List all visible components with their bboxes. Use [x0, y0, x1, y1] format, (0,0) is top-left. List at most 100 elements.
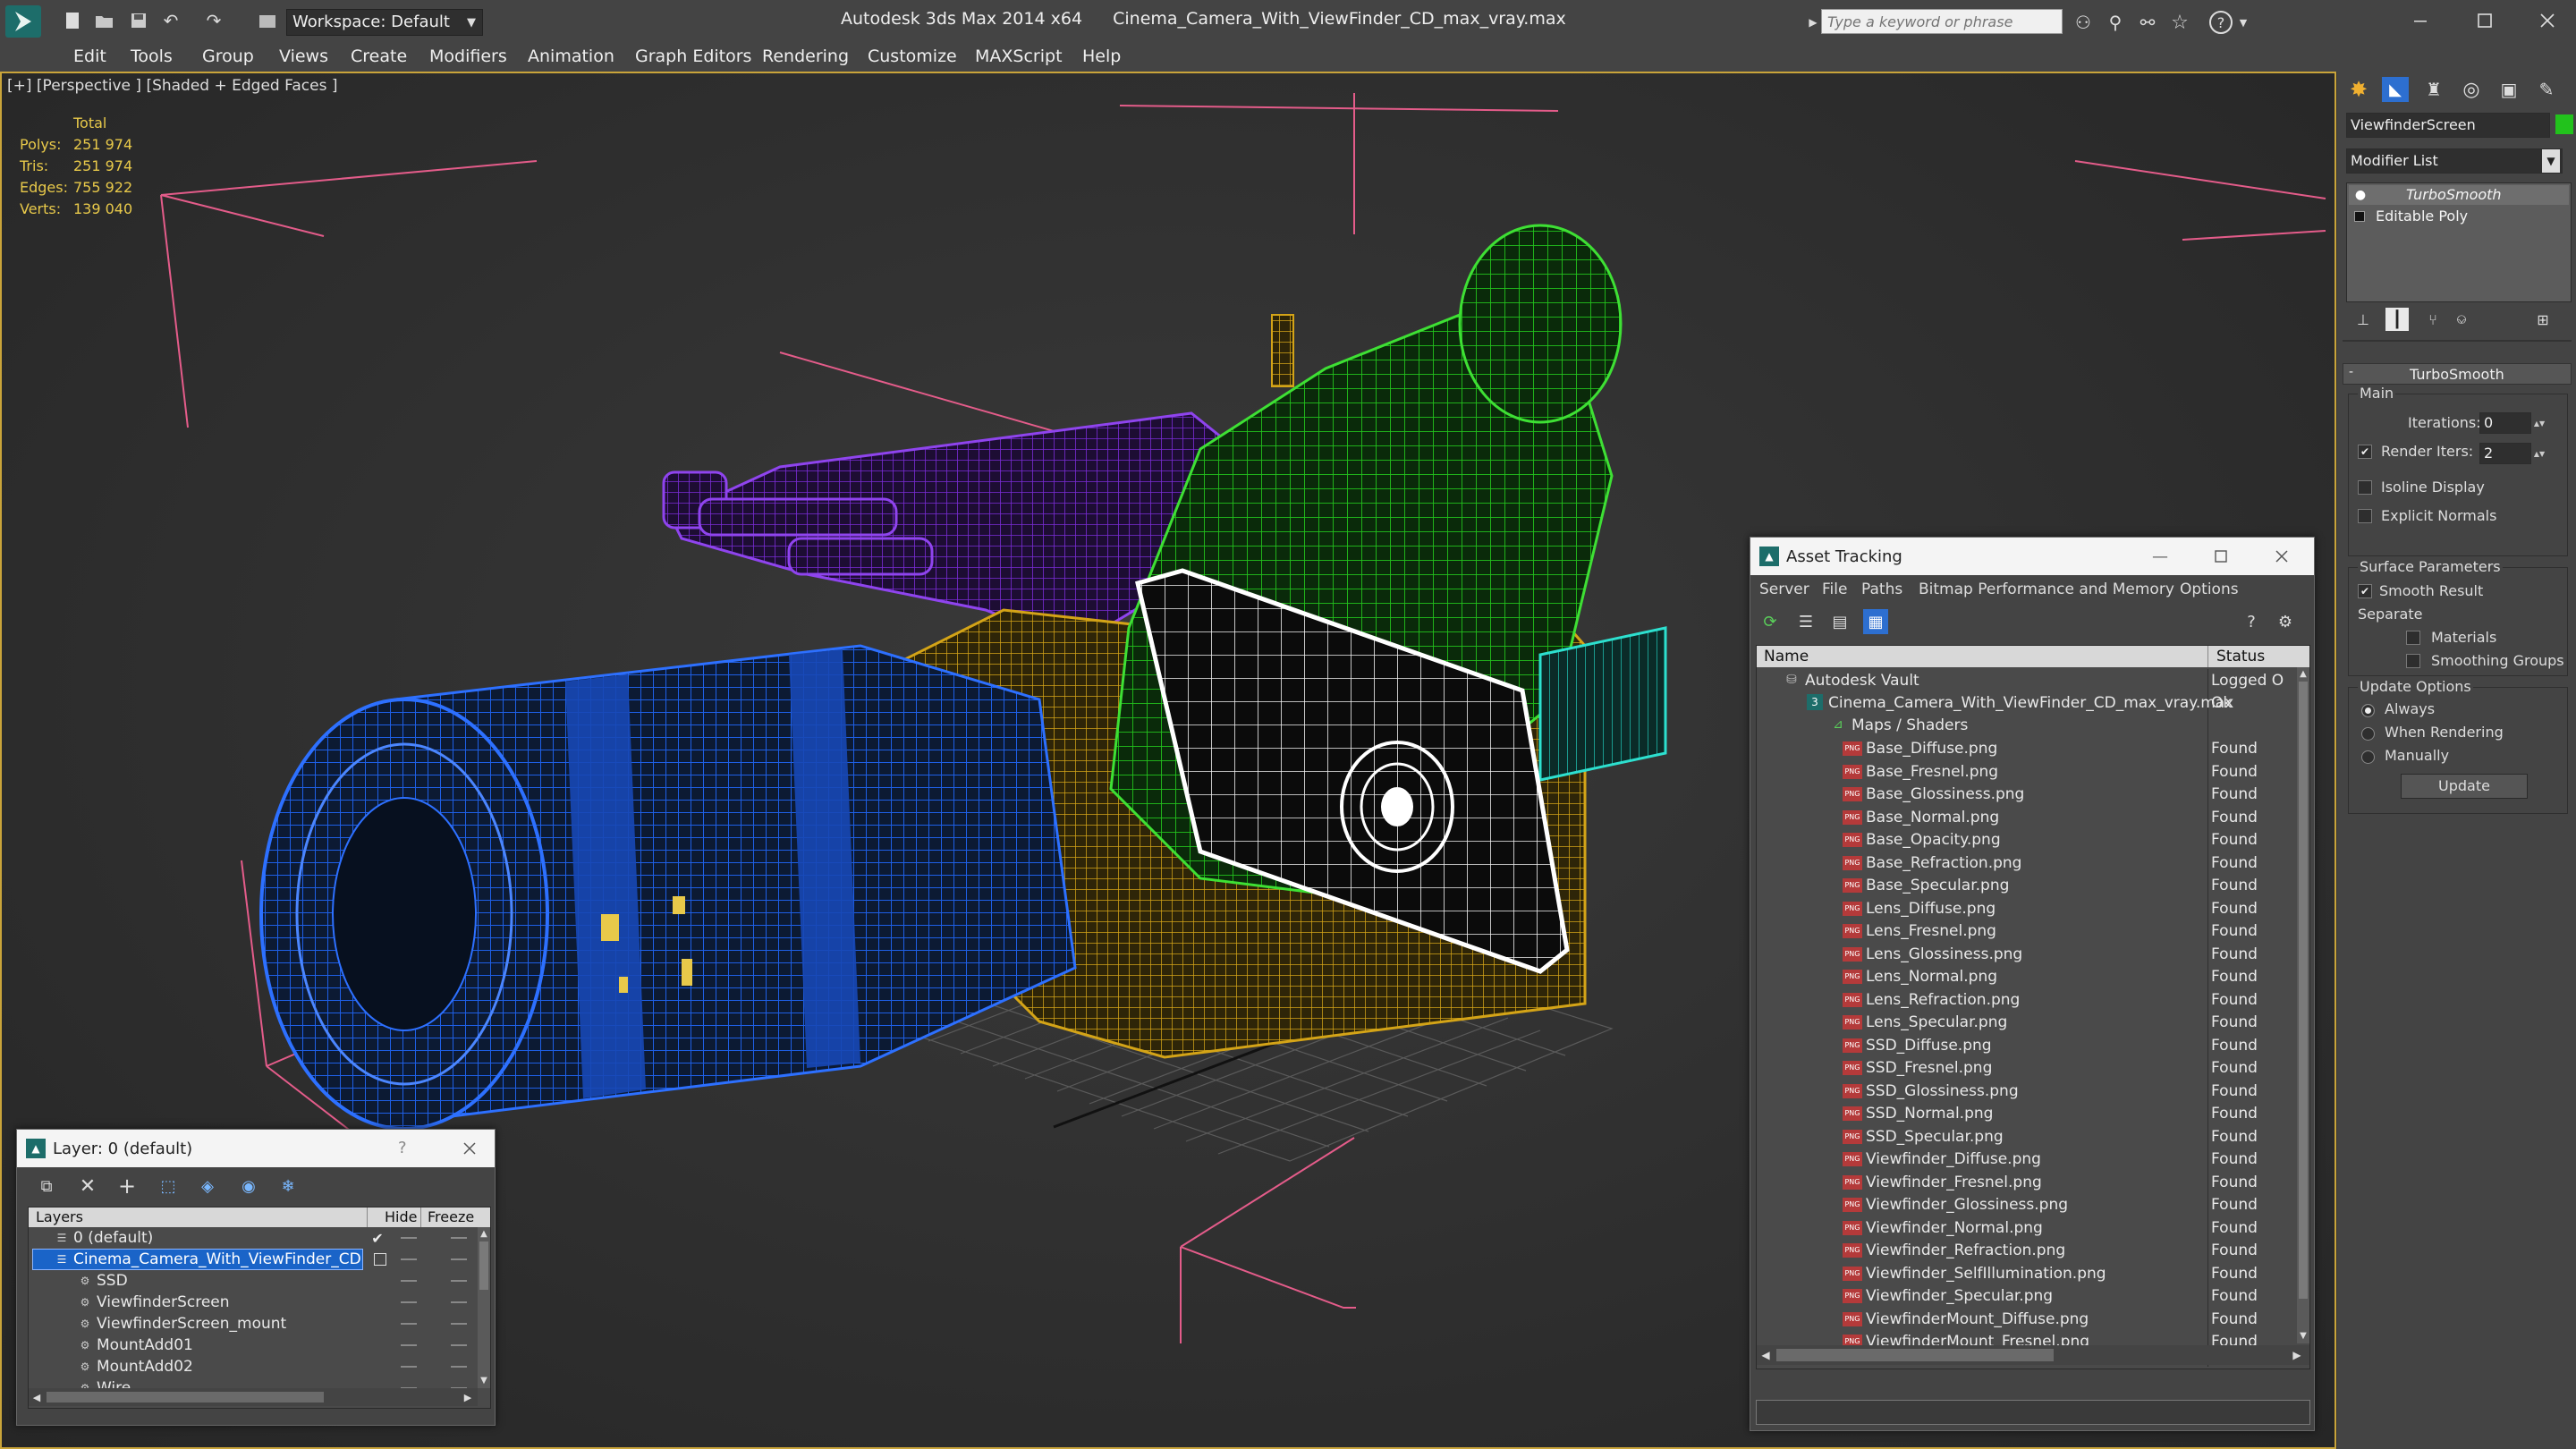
binoculars-icon[interactable]: ⚇	[2072, 11, 2095, 34]
redo-icon[interactable]: ↷	[204, 10, 224, 31]
always-radio[interactable]	[2361, 704, 2375, 717]
smooth-result-checkbox[interactable]: ✔	[2358, 584, 2372, 598]
when-rendering-radio[interactable]	[2361, 727, 2375, 741]
object-row[interactable]: ⚙ SSD	[29, 1270, 476, 1292]
table-row[interactable]: PNG Viewfinder_Refraction.png Found	[1757, 1239, 2297, 1261]
horizontal-scrollbar[interactable]: ◀ ▶	[1757, 1345, 2309, 1365]
app-logo-icon[interactable]	[5, 5, 41, 38]
table-view-icon[interactable]: ▦	[1863, 609, 1888, 634]
menu-tools[interactable]: Tools	[131, 47, 173, 66]
hierarchy-tab-icon[interactable]: ♜	[2421, 77, 2446, 102]
table-row[interactable]: PNG Base_Opacity.png Found	[1757, 828, 2297, 851]
menu-server[interactable]: Server	[1759, 580, 1809, 598]
table-row[interactable]: ⛁ Autodesk Vault Logged O	[1757, 669, 2297, 691]
remove-modifier-icon[interactable]: ⎉	[2452, 309, 2471, 329]
display-tab-icon[interactable]: ▣	[2496, 77, 2521, 102]
list-view-icon[interactable]: ☰	[1795, 611, 1817, 632]
object-name-field[interactable]: ViewfinderScreen	[2346, 113, 2550, 138]
table-row[interactable]: PNG Base_Diffuse.png Found	[1757, 737, 2297, 759]
menu-views[interactable]: Views	[279, 47, 328, 66]
menu-animation[interactable]: Animation	[528, 47, 614, 66]
table-row[interactable]: PNG Base_Specular.png Found	[1757, 874, 2297, 896]
manually-radio[interactable]	[2361, 750, 2375, 764]
menu-create[interactable]: Create	[351, 47, 407, 66]
table-row[interactable]: PNG SSD_Fresnel.png Found	[1757, 1056, 2297, 1079]
menu-rendering[interactable]: Rendering	[762, 47, 849, 66]
isoline-display-checkbox[interactable]	[2358, 480, 2372, 495]
scrollbar-thumb[interactable]	[2299, 682, 2308, 1299]
select-objects-icon[interactable]: ⬚	[157, 1174, 180, 1198]
scroll-up-icon[interactable]: ▲	[2297, 667, 2309, 680]
save-file-icon[interactable]	[129, 11, 148, 30]
pin-stack-icon[interactable]: ⊥	[2353, 309, 2373, 329]
object-row[interactable]: ⚙ ViewfinderScreen_mount	[29, 1313, 476, 1335]
table-row[interactable]: PNG Lens_Fresnel.png Found	[1757, 919, 2297, 942]
modifier-stack[interactable]: ● TurboSmooth Editable Poly	[2346, 182, 2572, 302]
menu-customize[interactable]: Customize	[868, 47, 957, 66]
open-file-icon[interactable]	[95, 11, 114, 30]
modifier-list-dropdown[interactable]: Modifier List ▼	[2346, 148, 2563, 174]
render-iters-spinner[interactable]: 2	[2479, 443, 2531, 464]
project-folder-icon[interactable]	[258, 11, 277, 30]
table-row[interactable]: PNG Viewfinder_SelfIllumination.png Found	[1757, 1262, 2297, 1284]
table-row[interactable]: PNG SSD_Specular.png Found	[1757, 1125, 2297, 1148]
table-row[interactable]: PNG Viewfinder_Normal.png Found	[1757, 1216, 2297, 1239]
scroll-down-icon[interactable]: ▼	[2297, 1329, 2309, 1342]
table-row[interactable]: PNG Lens_Refraction.png Found	[1757, 988, 2297, 1011]
modify-tab-icon[interactable]: ◣	[2382, 77, 2409, 102]
table-row[interactable]: PNG Base_Refraction.png Found	[1757, 852, 2297, 874]
motion-tab-icon[interactable]: ◎	[2459, 77, 2484, 102]
minimize-icon[interactable]: —	[2142, 545, 2178, 568]
scroll-right-icon[interactable]: ▶	[2290, 1347, 2304, 1363]
menu-group[interactable]: Group	[202, 47, 254, 66]
help-icon[interactable]: ?	[2209, 11, 2233, 34]
column-header-freeze[interactable]: Freeze	[428, 1208, 474, 1225]
rollout-header[interactable]: - TurboSmooth	[2343, 363, 2572, 385]
table-row[interactable]: PNG Base_Glossiness.png Found	[1757, 783, 2297, 805]
help-dropdown-icon[interactable]: ▼	[2236, 13, 2250, 32]
layer-row-selected[interactable]: ☰ Cinema_Camera_With_ViewFinder_CD	[29, 1249, 476, 1270]
utilities-tab-icon[interactable]: ✎	[2534, 77, 2559, 102]
iterations-spinner[interactable]: 0	[2479, 412, 2531, 434]
menu-options[interactable]: Options	[2180, 580, 2239, 598]
table-row[interactable]: PNG Viewfinder_Specular.png Found	[1757, 1284, 2297, 1307]
object-row[interactable]: ⚙ MountAdd01	[29, 1335, 476, 1356]
table-row[interactable]: PNG Lens_Normal.png Found	[1757, 965, 2297, 987]
column-header-hide[interactable]: Hide	[385, 1208, 417, 1225]
current-layer-checkbox[interactable]	[374, 1253, 386, 1266]
scrollbar-thumb[interactable]	[47, 1392, 324, 1402]
new-file-icon[interactable]	[63, 11, 82, 30]
configure-modifier-sets-icon[interactable]: ⊞	[2532, 309, 2554, 329]
detail-view-icon[interactable]: ▤	[1829, 611, 1851, 632]
lightbulb-icon[interactable]: ●	[2352, 186, 2368, 204]
stack-item-editable-poly[interactable]: Editable Poly	[2349, 207, 2569, 226]
menu-paths[interactable]: Paths	[1861, 580, 1902, 598]
undo-icon[interactable]: ↶	[161, 10, 181, 31]
object-row[interactable]: ⚙ MountAdd02	[29, 1356, 476, 1377]
create-tab-icon[interactable]: ✸	[2346, 77, 2371, 102]
vertical-scrollbar[interactable]: ▲ ▼	[2297, 667, 2309, 1343]
spinner-arrows-icon[interactable]: ▲▼	[2533, 412, 2546, 434]
help-search-input[interactable]	[1821, 9, 2063, 34]
add-to-layer-icon[interactable]: +	[115, 1174, 139, 1199]
exchange-icon[interactable]: ⚯	[2136, 11, 2159, 34]
table-row[interactable]: PNG ViewfinderMount_Diffuse.png Found	[1757, 1308, 2297, 1330]
search-expand-icon[interactable]: ▶	[1807, 11, 1819, 34]
column-header-name[interactable]: Name	[1764, 648, 1809, 665]
stack-item-turbosmooth[interactable]: ● TurboSmooth	[2349, 185, 2569, 205]
maximize-icon[interactable]	[2203, 545, 2239, 568]
vertical-scrollbar[interactable]: ▲ ▼	[478, 1227, 490, 1388]
menu-help[interactable]: Help	[1082, 47, 1121, 66]
table-row[interactable]: PNG SSD_Glossiness.png Found	[1757, 1080, 2297, 1102]
spinner-arrows-icon[interactable]: ▲▼	[2533, 443, 2546, 464]
table-row[interactable]: ⊿ Maps / Shaders	[1757, 714, 2297, 736]
table-row[interactable]: PNG Viewfinder_Glossiness.png Found	[1757, 1193, 2297, 1216]
scroll-left-icon[interactable]: ◀	[1758, 1347, 1773, 1363]
delete-layer-icon[interactable]: ✕	[76, 1174, 99, 1198]
menu-bitmap-performance[interactable]: Bitmap Performance and Memory	[1919, 580, 2174, 598]
refresh-icon[interactable]: ⟳	[1759, 611, 1781, 632]
object-color-swatch[interactable]	[2555, 114, 2573, 134]
horizontal-scrollbar[interactable]: ◀ ▶	[29, 1388, 478, 1406]
materials-checkbox[interactable]	[2406, 631, 2420, 645]
help-icon[interactable]: ?	[2241, 611, 2262, 632]
